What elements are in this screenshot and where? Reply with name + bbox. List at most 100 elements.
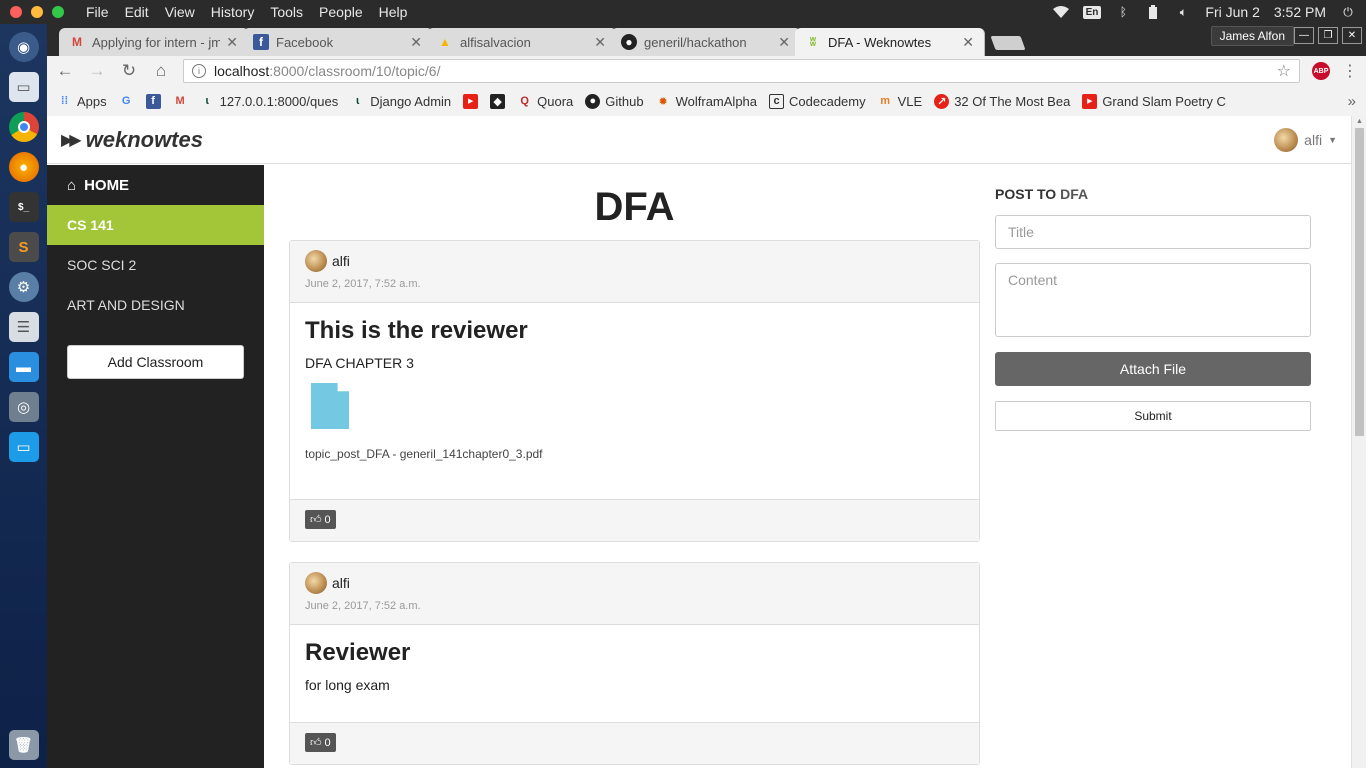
content-textarea[interactable]: Content	[995, 263, 1311, 337]
avatar	[305, 250, 327, 272]
bookmark-quora[interactable]: Q Quora	[517, 94, 573, 109]
post-author[interactable]: alfi	[305, 572, 964, 594]
firefox-icon[interactable]: ●	[8, 152, 39, 182]
close-window-button[interactable]	[10, 6, 22, 18]
system-date[interactable]: Fri Jun 2	[1205, 4, 1259, 20]
close-icon[interactable]: ✕	[1342, 27, 1362, 44]
close-tab-icon[interactable]: ✕	[226, 34, 238, 51]
profile-button[interactable]: James Alfon	[1210, 26, 1294, 46]
minimize-window-button[interactable]	[31, 6, 43, 18]
home-icon[interactable]: ⌂	[151, 61, 171, 81]
window-manager-icon[interactable]: ▬	[8, 352, 39, 382]
new-tab-button[interactable]	[990, 36, 1026, 50]
chrome-menu-icon[interactable]: ⋮	[1342, 61, 1358, 81]
site-brand[interactable]: ▶▶ weknowtes	[61, 127, 203, 153]
system-time[interactable]: 3:52 PM	[1274, 4, 1326, 20]
bookmark-django-admin[interactable]: ɩ Django Admin	[350, 94, 451, 109]
trash-icon[interactable]: 🗑︎	[8, 730, 39, 760]
minimize-icon[interactable]: —	[1294, 27, 1314, 44]
page-scrollbar[interactable]: ▲	[1351, 116, 1366, 768]
site-info-icon[interactable]: i	[192, 64, 206, 78]
files-icon[interactable]: ▭	[8, 72, 39, 102]
reload-icon[interactable]: ↻	[119, 61, 139, 81]
menu-tools[interactable]: Tools	[262, 4, 311, 20]
bookmark-vle[interactable]: m VLE	[878, 94, 922, 109]
file-icon[interactable]	[311, 383, 349, 429]
volume-icon[interactable]: 🔈︎	[1175, 5, 1191, 19]
menu-history[interactable]: History	[203, 4, 263, 20]
post-footer: 👍︎ 0	[290, 722, 979, 764]
submit-button[interactable]: Submit	[995, 401, 1311, 431]
close-tab-icon[interactable]: ✕	[778, 34, 790, 51]
menu-people[interactable]: People	[311, 4, 371, 20]
bluetooth-icon[interactable]: ᛒ	[1115, 5, 1131, 19]
menu-file[interactable]: File	[78, 4, 117, 20]
input-language-indicator[interactable]: En	[1082, 5, 1102, 19]
system-tool-icon[interactable]: ☰	[8, 312, 39, 342]
bookmark-github[interactable]: ● Github	[585, 93, 644, 109]
user-menu[interactable]: alfi ▼	[1274, 127, 1337, 152]
bookmark-misc[interactable]: ◆	[490, 93, 506, 109]
django-icon: ɩ	[205, 95, 209, 107]
back-icon[interactable]: ←	[55, 61, 75, 81]
settings-icon[interactable]: ⚙	[8, 272, 39, 302]
bookmark-youtube[interactable]: ▶	[463, 93, 479, 109]
gmail-icon: M	[72, 35, 82, 49]
address-bar[interactable]: i localhost :8000/classroom/10/topic/6/ …	[183, 59, 1300, 83]
attachment-link[interactable]: topic_post_DFA - generil_141chapter0_3.p…	[305, 447, 964, 461]
adblock-plus-icon[interactable]: ABP	[1312, 62, 1330, 80]
disk-utility-icon[interactable]: ◎	[8, 392, 39, 422]
tab-github[interactable]: ● generil/hackathon ✕	[611, 28, 801, 56]
menu-help[interactable]: Help	[371, 4, 416, 20]
close-tab-icon[interactable]: ✕	[962, 34, 974, 51]
scrollbar-thumb[interactable]	[1355, 128, 1364, 436]
menu-view[interactable]: View	[157, 4, 203, 20]
bookmark-poetry[interactable]: ▶ Grand Slam Poetry C	[1082, 93, 1226, 109]
attach-file-button[interactable]: Attach File	[995, 352, 1311, 386]
bookmark-star-icon[interactable]: ☆	[1277, 61, 1291, 81]
sidebar-item-cs-141[interactable]: CS 141	[47, 205, 264, 245]
sidebar-item-art-and-design[interactable]: ART AND DESIGN	[47, 285, 264, 325]
bookmark-local-questions[interactable]: ɩ 127.0.0.1:8000/ques	[200, 94, 339, 109]
close-tab-icon[interactable]: ✕	[594, 34, 606, 51]
battery-icon[interactable]	[1145, 5, 1161, 19]
bookmark-google[interactable]: G	[119, 94, 134, 109]
sidebar-item-soc-sci-2[interactable]: SOC SCI 2	[47, 245, 264, 285]
tab-weknowtes-active[interactable]: ʬ DFA - Weknowtes ✕	[795, 28, 985, 56]
facebook-icon: f	[145, 93, 161, 109]
wifi-icon[interactable]	[1052, 5, 1069, 19]
tab-gmail[interactable]: M Applying for intern - jmc ✕	[59, 28, 249, 56]
sidebar-item-home[interactable]: ⌂ HOME	[47, 165, 264, 205]
sublime-text-icon[interactable]: S	[8, 232, 39, 262]
bookmark-apps[interactable]: ⁞⁞ Apps	[57, 94, 107, 109]
codecademy-icon: c	[769, 93, 785, 109]
tab-drive[interactable]: ▲ alfisalvacion ✕	[427, 28, 617, 56]
bookmark-facebook[interactable]: f	[145, 93, 161, 109]
restore-icon[interactable]: ❐	[1318, 27, 1338, 44]
like-button[interactable]: 👍︎ 0	[305, 510, 336, 529]
ubuntu-launcher-icon[interactable]: ◉	[8, 32, 39, 62]
menu-edit[interactable]: Edit	[117, 4, 157, 20]
bookmark-trending[interactable]: ↗ 32 Of The Most Bea	[934, 93, 1070, 109]
tab-strip: M Applying for intern - jmc ✕ f Facebook…	[47, 24, 1366, 56]
bookmark-wolframalpha[interactable]: ✹ WolframAlpha	[656, 94, 758, 109]
like-button[interactable]: 👍︎ 0	[305, 733, 336, 752]
bookmark-gmail[interactable]: M	[173, 94, 188, 109]
tab-facebook[interactable]: f Facebook ✕	[243, 28, 433, 56]
power-icon[interactable]: ⏻	[1340, 5, 1356, 19]
title-input[interactable]: Title	[995, 215, 1311, 249]
post-author[interactable]: alfi	[305, 250, 964, 272]
workspace-icon[interactable]: ▭	[8, 432, 39, 462]
bookmark-codecademy[interactable]: c Codecademy	[769, 93, 866, 109]
terminal-icon[interactable]: $_	[8, 192, 39, 222]
close-tab-icon[interactable]: ✕	[410, 34, 422, 51]
add-classroom-button[interactable]: Add Classroom	[67, 345, 244, 379]
weknowtes-icon: ʬ	[809, 35, 817, 49]
chrome-icon[interactable]	[8, 112, 39, 142]
maximize-window-button[interactable]	[52, 6, 64, 18]
scroll-up-icon[interactable]: ▲	[1356, 118, 1363, 125]
drive-icon: ▲	[439, 35, 451, 49]
more-bookmarks-icon[interactable]: »	[1348, 93, 1356, 110]
post-header: alfi June 2, 2017, 7:52 a.m.	[290, 241, 979, 303]
forward-icon[interactable]: →	[87, 61, 107, 81]
